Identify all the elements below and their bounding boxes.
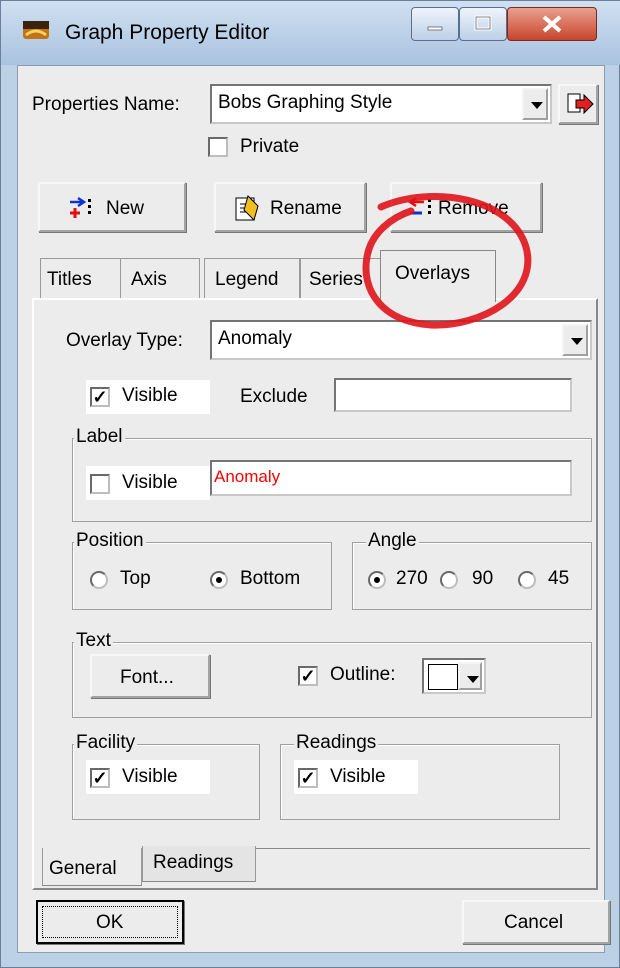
readings-visible-checkbox[interactable]: ✓	[298, 768, 318, 788]
tab-axis[interactable]: Axis	[120, 258, 200, 298]
outline-color-picker[interactable]	[422, 658, 486, 694]
maximize-button[interactable]	[459, 7, 507, 41]
cancel-label: Cancel	[504, 912, 564, 933]
visible-checkbox[interactable]: ✓	[90, 387, 110, 407]
label-visible-label: Visible	[122, 472, 178, 493]
position-bottom-radio[interactable]	[210, 571, 228, 589]
facility-visible-area[interactable]: ✓ Visible	[86, 760, 210, 794]
tab-legend[interactable]: Legend	[204, 258, 300, 298]
properties-name-label: Properties Name:	[32, 94, 180, 115]
font-button-label: Font...	[120, 667, 174, 688]
facility-visible-checkbox[interactable]: ✓	[90, 768, 110, 788]
readings-group-title: Readings	[294, 732, 379, 754]
tab-axis-label: Axis	[131, 269, 167, 290]
minimize-icon	[427, 26, 443, 31]
exclude-input[interactable]	[334, 378, 572, 412]
outline-checkbox[interactable]: ✓	[298, 666, 318, 686]
new-icon	[70, 196, 91, 218]
tab-titles[interactable]: Titles	[40, 258, 122, 298]
label-text-value: Anomaly	[214, 467, 281, 486]
rename-label: Rename	[270, 198, 342, 219]
outline-label: Outline:	[330, 664, 396, 685]
exclude-label: Exclude	[240, 386, 308, 407]
readings-visible-area[interactable]: ✓ Visible	[294, 760, 418, 794]
rename-icon	[235, 195, 259, 221]
subtab-readings[interactable]: Readings	[142, 846, 256, 882]
chevron-down-icon[interactable]	[458, 662, 482, 690]
minimize-button[interactable]	[411, 7, 459, 41]
title-bar[interactable]: Graph Property Editor	[1, 1, 620, 65]
ok-label: OK	[96, 912, 124, 933]
private-checkbox[interactable]	[208, 137, 228, 157]
visible-label: Visible	[122, 385, 178, 406]
window-title: Graph Property Editor	[65, 21, 270, 44]
position-top-radio[interactable]	[90, 571, 108, 589]
graph-property-editor-window: Graph Property Editor Properties Name: B…	[0, 0, 620, 968]
angle-45-radio[interactable]	[518, 571, 536, 589]
overlay-type-value: Anomaly	[218, 328, 292, 349]
close-icon	[542, 15, 562, 33]
annotation-ellipse	[362, 193, 532, 329]
tab-legend-label: Legend	[215, 269, 279, 290]
angle-270-radio[interactable]	[368, 571, 386, 589]
properties-name-value: Bobs Graphing Style	[218, 92, 393, 113]
label-visible-area[interactable]: Visible	[86, 466, 210, 500]
angle-270-label: 270	[396, 568, 428, 589]
label-visible-checkbox[interactable]	[90, 474, 110, 494]
app-icon	[23, 21, 49, 39]
chevron-down-icon[interactable]	[562, 324, 588, 356]
tab-titles-label: Titles	[47, 269, 92, 290]
text-group-title: Text	[74, 630, 113, 652]
facility-visible-label: Visible	[122, 766, 178, 787]
angle-45-label: 45	[548, 568, 570, 589]
export-button[interactable]	[558, 84, 598, 124]
position-top-label: Top	[120, 568, 151, 589]
subtab-general-label: General	[49, 858, 117, 879]
readings-visible-label: Visible	[330, 766, 386, 787]
chevron-down-icon[interactable]	[522, 88, 548, 120]
outline-color-swatch	[428, 664, 458, 690]
position-group-title: Position	[74, 530, 146, 552]
export-arrow-icon	[567, 93, 594, 115]
private-label: Private	[240, 136, 300, 157]
subtab-readings-label: Readings	[153, 852, 234, 873]
facility-group-title: Facility	[74, 732, 138, 754]
label-group-title: Label	[74, 426, 125, 448]
properties-name-combo[interactable]: Bobs Graphing Style	[210, 84, 552, 124]
label-text-input[interactable]: Anomaly	[210, 460, 572, 496]
maximize-icon	[474, 15, 492, 31]
close-button[interactable]	[507, 7, 597, 41]
angle-90-radio[interactable]	[440, 571, 458, 589]
subtab-general[interactable]: General	[42, 848, 142, 886]
position-bottom-label: Bottom	[240, 568, 301, 589]
overlay-type-label: Overlay Type:	[66, 330, 183, 351]
font-button[interactable]: Font...	[90, 654, 210, 698]
overlays-panel: Overlay Type: Anomaly ✓ Visible Exclude …	[32, 298, 598, 890]
new-label: New	[106, 198, 145, 219]
new-button[interactable]: New	[38, 182, 186, 232]
ok-button[interactable]: OK	[36, 900, 184, 944]
visible-checkbox-area[interactable]: ✓ Visible	[86, 380, 210, 414]
angle-group-title: Angle	[366, 530, 419, 552]
angle-90-label: 90	[472, 568, 494, 589]
cancel-button[interactable]: Cancel	[462, 900, 610, 944]
